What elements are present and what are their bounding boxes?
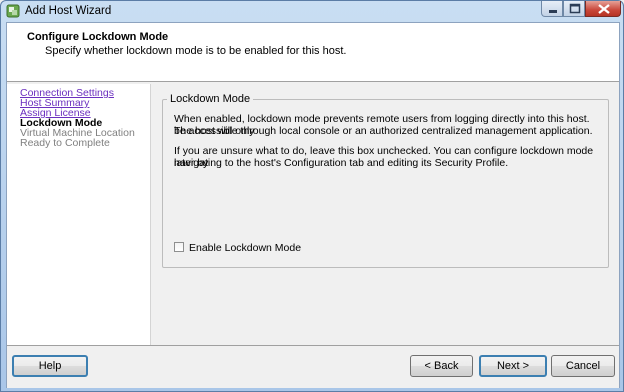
wizard-content: Lockdown Mode When enabled, lockdown mod… [151,84,619,345]
cancel-button[interactable]: Cancel [551,355,615,377]
close-button[interactable] [585,1,621,17]
minimize-button[interactable] [541,1,563,17]
help-button[interactable]: Help [12,355,88,377]
nav-step-ready-to-complete: Ready to Complete [20,137,110,149]
next-button[interactable]: Next > [479,355,547,377]
vsphere-app-icon [6,4,20,18]
title-bar[interactable]: Add Host Wizard [1,1,623,21]
window-title: Add Host Wizard [25,5,112,17]
close-icon [598,4,610,14]
wizard-footer: Help < Back Next > Cancel [7,345,619,388]
lockdown-mode-group: Lockdown Mode When enabled, lockdown mod… [162,93,609,268]
wizard-steps-nav: Connection Settings Host Summary Assign … [7,84,151,345]
page-title: Configure Lockdown Mode [27,31,169,43]
maximize-icon [569,3,581,14]
hint-line-2: navigating to the host's Configuration t… [174,157,509,169]
page-subtitle: Specify whether lockdown mode is to be e… [45,45,347,57]
group-label: Lockdown Mode [167,93,254,105]
enable-lockdown-label[interactable]: Enable Lockdown Mode [189,242,301,254]
back-button[interactable]: < Back [410,355,473,377]
wizard-header: Configure Lockdown Mode Specify whether … [7,23,619,82]
add-host-wizard-window: Add Host Wizard Configure Lockdown Mode … [0,0,624,392]
maximize-button[interactable] [563,1,585,17]
description-line-2: be accessible through local console or a… [174,125,593,137]
enable-lockdown-checkbox[interactable] [174,242,184,252]
minimize-icon [549,10,557,13]
wizard-client-area: Configure Lockdown Mode Specify whether … [6,22,620,388]
